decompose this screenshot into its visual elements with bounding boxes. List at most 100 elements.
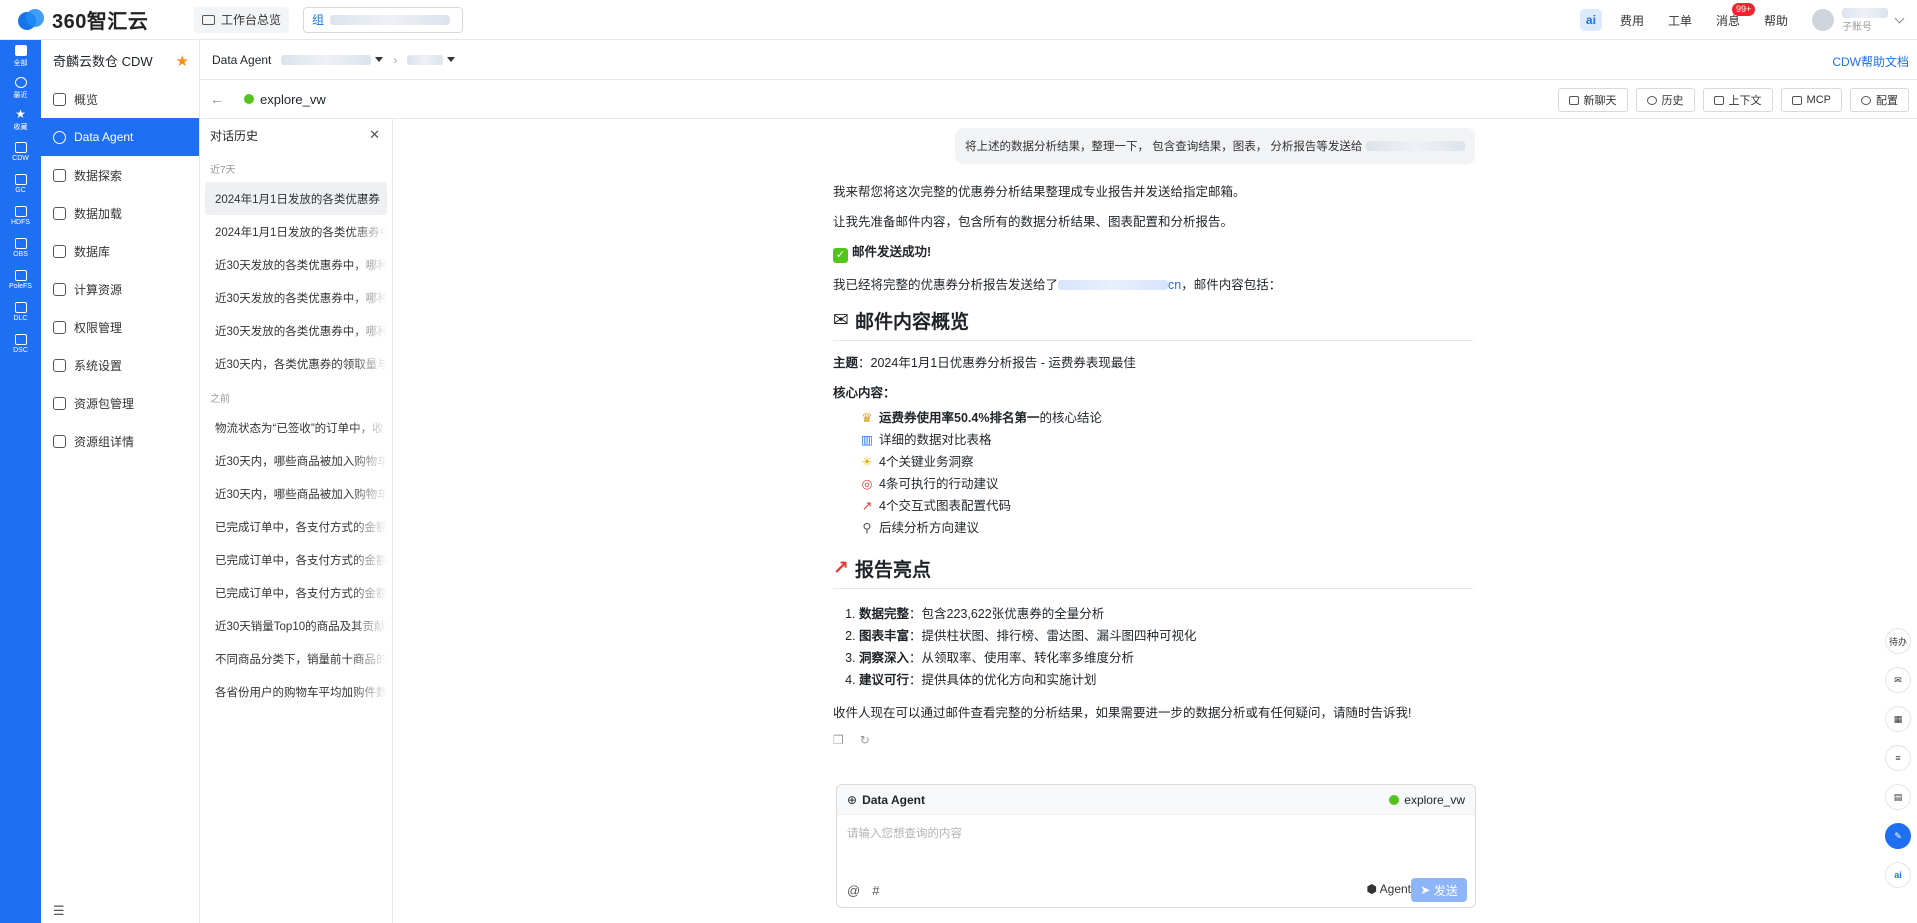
recipient-domain[interactable]: cn xyxy=(1168,278,1181,292)
history-item[interactable]: 不同商品分类下，销量前十商品的 xyxy=(205,642,387,675)
sidebar-item-label: 权限管理 xyxy=(74,320,123,335)
history-item[interactable]: 已完成订单中，各支付方式的金额 xyxy=(205,510,387,543)
history-item[interactable]: 近30天内，哪些商品被加入购物车 xyxy=(205,444,387,477)
sidebar-item-settings[interactable]: 系统设置 xyxy=(41,346,199,384)
rail-item-dlc[interactable]: DLC xyxy=(0,296,41,328)
rail-item-obs[interactable]: OBS xyxy=(0,232,41,264)
agent-icon xyxy=(53,130,66,144)
config-button[interactable]: 配置 xyxy=(1850,88,1909,112)
sent-line: 我已经将完整的优惠券分析报告发送给了 cn，邮件内容包括： xyxy=(833,277,1473,293)
more-icon[interactable]: ··· xyxy=(365,190,380,202)
user-message: 将上述的数据分析结果，整理一下， 包含查询结果，图表， 分析报告等发送给 xyxy=(955,128,1475,164)
cluster-select[interactable] xyxy=(281,54,384,65)
todo-icon[interactable]: 待办 xyxy=(1885,628,1911,654)
sidebar-item-permissions[interactable]: 权限管理 xyxy=(41,308,199,346)
ai-assistant-icon[interactable]: ai xyxy=(1579,9,1602,31)
group-select[interactable]: 组 xyxy=(303,6,464,33)
history-item[interactable]: 2024年1月1日发放的各类优惠券 ··· xyxy=(205,182,387,215)
warehouse-select[interactable] xyxy=(407,54,456,65)
breadcrumb-root[interactable]: Data Agent xyxy=(212,53,271,67)
trophy-icon: ♛ xyxy=(861,409,873,425)
hdfs-icon xyxy=(14,206,27,217)
history-item[interactable]: 物流状态为“已签收”的订单中，收 xyxy=(205,411,387,444)
history-item[interactable]: 各省份用户的购物车平均加购件数 xyxy=(205,675,387,708)
qrcode-icon[interactable]: ▦ xyxy=(1885,706,1911,732)
history-item[interactable]: 近30天内，哪些商品被加入购物车 xyxy=(205,477,387,510)
user-icon xyxy=(53,320,66,334)
history-item[interactable]: 近30天发放的各类优惠券中，哪种 xyxy=(205,314,387,347)
rail-item-all[interactable]: 全部 xyxy=(0,40,41,72)
core-item: 4个交互式图表配置代码 xyxy=(879,498,1011,513)
message-link[interactable]: 消息 99+ xyxy=(1715,2,1756,29)
history-item-label: 近30天内，哪些商品被加入购物车 xyxy=(215,488,387,501)
mail-icon[interactable]: ✉ xyxy=(1885,667,1911,693)
sidebar-item-data-explore[interactable]: 数据探索 xyxy=(41,156,199,194)
sidebar-item-data-load[interactable]: 数据加载 xyxy=(41,194,199,232)
sidebar-item-resource-package[interactable]: 资源包管理 xyxy=(41,384,199,422)
rail-item-hdfs[interactable]: HDFS xyxy=(0,200,41,232)
ticket-link[interactable]: 工单 xyxy=(1668,12,1692,29)
sidebar-item-compute[interactable]: 计算资源 xyxy=(41,270,199,308)
rail-label: PoleFS xyxy=(9,283,32,290)
rail-item-cdw[interactable]: CDW xyxy=(0,136,41,168)
sidebar-item-data-agent[interactable]: Data Agent xyxy=(41,118,199,156)
avatar[interactable] xyxy=(1812,9,1834,31)
close-icon[interactable]: ✕ xyxy=(369,127,380,143)
history-item[interactable]: 已完成订单中，各支付方式的金额 xyxy=(205,576,387,609)
sidebar-item-resource-group[interactable]: 资源组详情 xyxy=(41,422,199,460)
edit-icon[interactable]: ✎ xyxy=(1885,823,1911,849)
help-doc-link[interactable]: CDW帮助文档 xyxy=(1832,53,1909,70)
highlights-list: 数据完整：包含223,622张优惠券的全量分析 图表丰富：提供柱状图、排行榜、雷… xyxy=(859,603,1473,691)
mention-icon[interactable]: @ xyxy=(847,883,860,898)
send-button[interactable]: ➤ 发送 xyxy=(1411,878,1467,902)
context-button[interactable]: 上下文 xyxy=(1702,88,1773,112)
sidebar-item-database[interactable]: 数据库 xyxy=(41,232,199,270)
mcp-button[interactable]: MCP xyxy=(1780,88,1842,112)
ai-assistant-float-icon[interactable]: ai xyxy=(1885,862,1911,888)
user-menu[interactable]: 子账号 xyxy=(1842,7,1888,33)
sidebar-item-overview[interactable]: 概览 xyxy=(41,80,199,118)
rail-item-gc[interactable]: GC xyxy=(0,168,41,200)
history-item[interactable]: 近30天发放的各类优惠券中，哪种 xyxy=(205,248,387,281)
agent-mode-toggle[interactable]: ⬢ Agent xyxy=(1366,882,1411,896)
back-arrow-icon[interactable]: ← xyxy=(210,91,230,107)
history-item-label: 不同商品分类下，销量前十商品的 xyxy=(215,653,387,666)
favorite-star-icon[interactable]: ★ xyxy=(176,52,189,70)
history-item[interactable]: 近30天销量Top10的商品及其贡献 xyxy=(205,609,387,642)
overview-icon xyxy=(53,92,66,106)
rail-item-dsc[interactable]: DSC xyxy=(0,328,41,360)
copy-icon[interactable]: ❐ xyxy=(833,733,844,747)
chat-input[interactable]: 请输入您想查询的内容 xyxy=(837,815,1475,851)
history-item[interactable]: 2024年1月1日发放的各类优惠券中 xyxy=(205,215,387,248)
agent-mode-label: Agent xyxy=(1379,882,1411,896)
workspace-overview-button[interactable]: 工作台总览 xyxy=(194,6,290,33)
rail-item-recent[interactable]: 最近 xyxy=(0,72,41,104)
caret-down-icon xyxy=(375,57,384,62)
new-chat-button[interactable]: 新聊天 xyxy=(1557,88,1628,112)
logo[interactable]: 360智汇云 xyxy=(18,5,168,34)
help-link[interactable]: 帮助 xyxy=(1764,12,1788,29)
input-workspace[interactable]: explore_vw xyxy=(1389,793,1465,807)
history-button[interactable]: 历史 xyxy=(1635,88,1695,112)
app-icon[interactable]: ▤ xyxy=(1885,784,1911,810)
gear-icon xyxy=(1861,95,1871,105)
collapse-menu-icon[interactable]: ☰ xyxy=(53,903,65,919)
history-item-label: 近30天发放的各类优惠券中，哪种 xyxy=(215,292,387,305)
history-group-label: 之前 xyxy=(210,394,230,405)
hashtag-icon[interactable]: # xyxy=(872,883,879,898)
notes-icon[interactable]: ≡ xyxy=(1885,745,1911,771)
history-group-label: 近7天 xyxy=(210,165,236,176)
sidebar-item-label: 系统设置 xyxy=(74,358,123,373)
history-item[interactable]: 近30天内，各类优惠券的领取量与 xyxy=(205,347,387,380)
chevron-down-icon[interactable] xyxy=(1894,13,1905,23)
input-workspace-label: explore_vw xyxy=(1404,793,1465,807)
message-label: 消息 xyxy=(1715,13,1740,28)
rail-item-polefs[interactable]: PoleFS xyxy=(0,264,41,296)
regenerate-icon[interactable]: ↻ xyxy=(860,733,870,747)
history-item-label: 各省份用户的购物车平均加购件数 xyxy=(215,686,387,699)
rail-item-favorite[interactable]: ★ 收藏 xyxy=(0,104,41,136)
billing-link[interactable]: 费用 xyxy=(1620,12,1644,29)
history-item[interactable]: 近30天发放的各类优惠券中，哪种 xyxy=(205,281,387,314)
history-item[interactable]: 已完成订单中，各支付方式的金额 xyxy=(205,543,387,576)
username-redacted xyxy=(1842,7,1888,18)
